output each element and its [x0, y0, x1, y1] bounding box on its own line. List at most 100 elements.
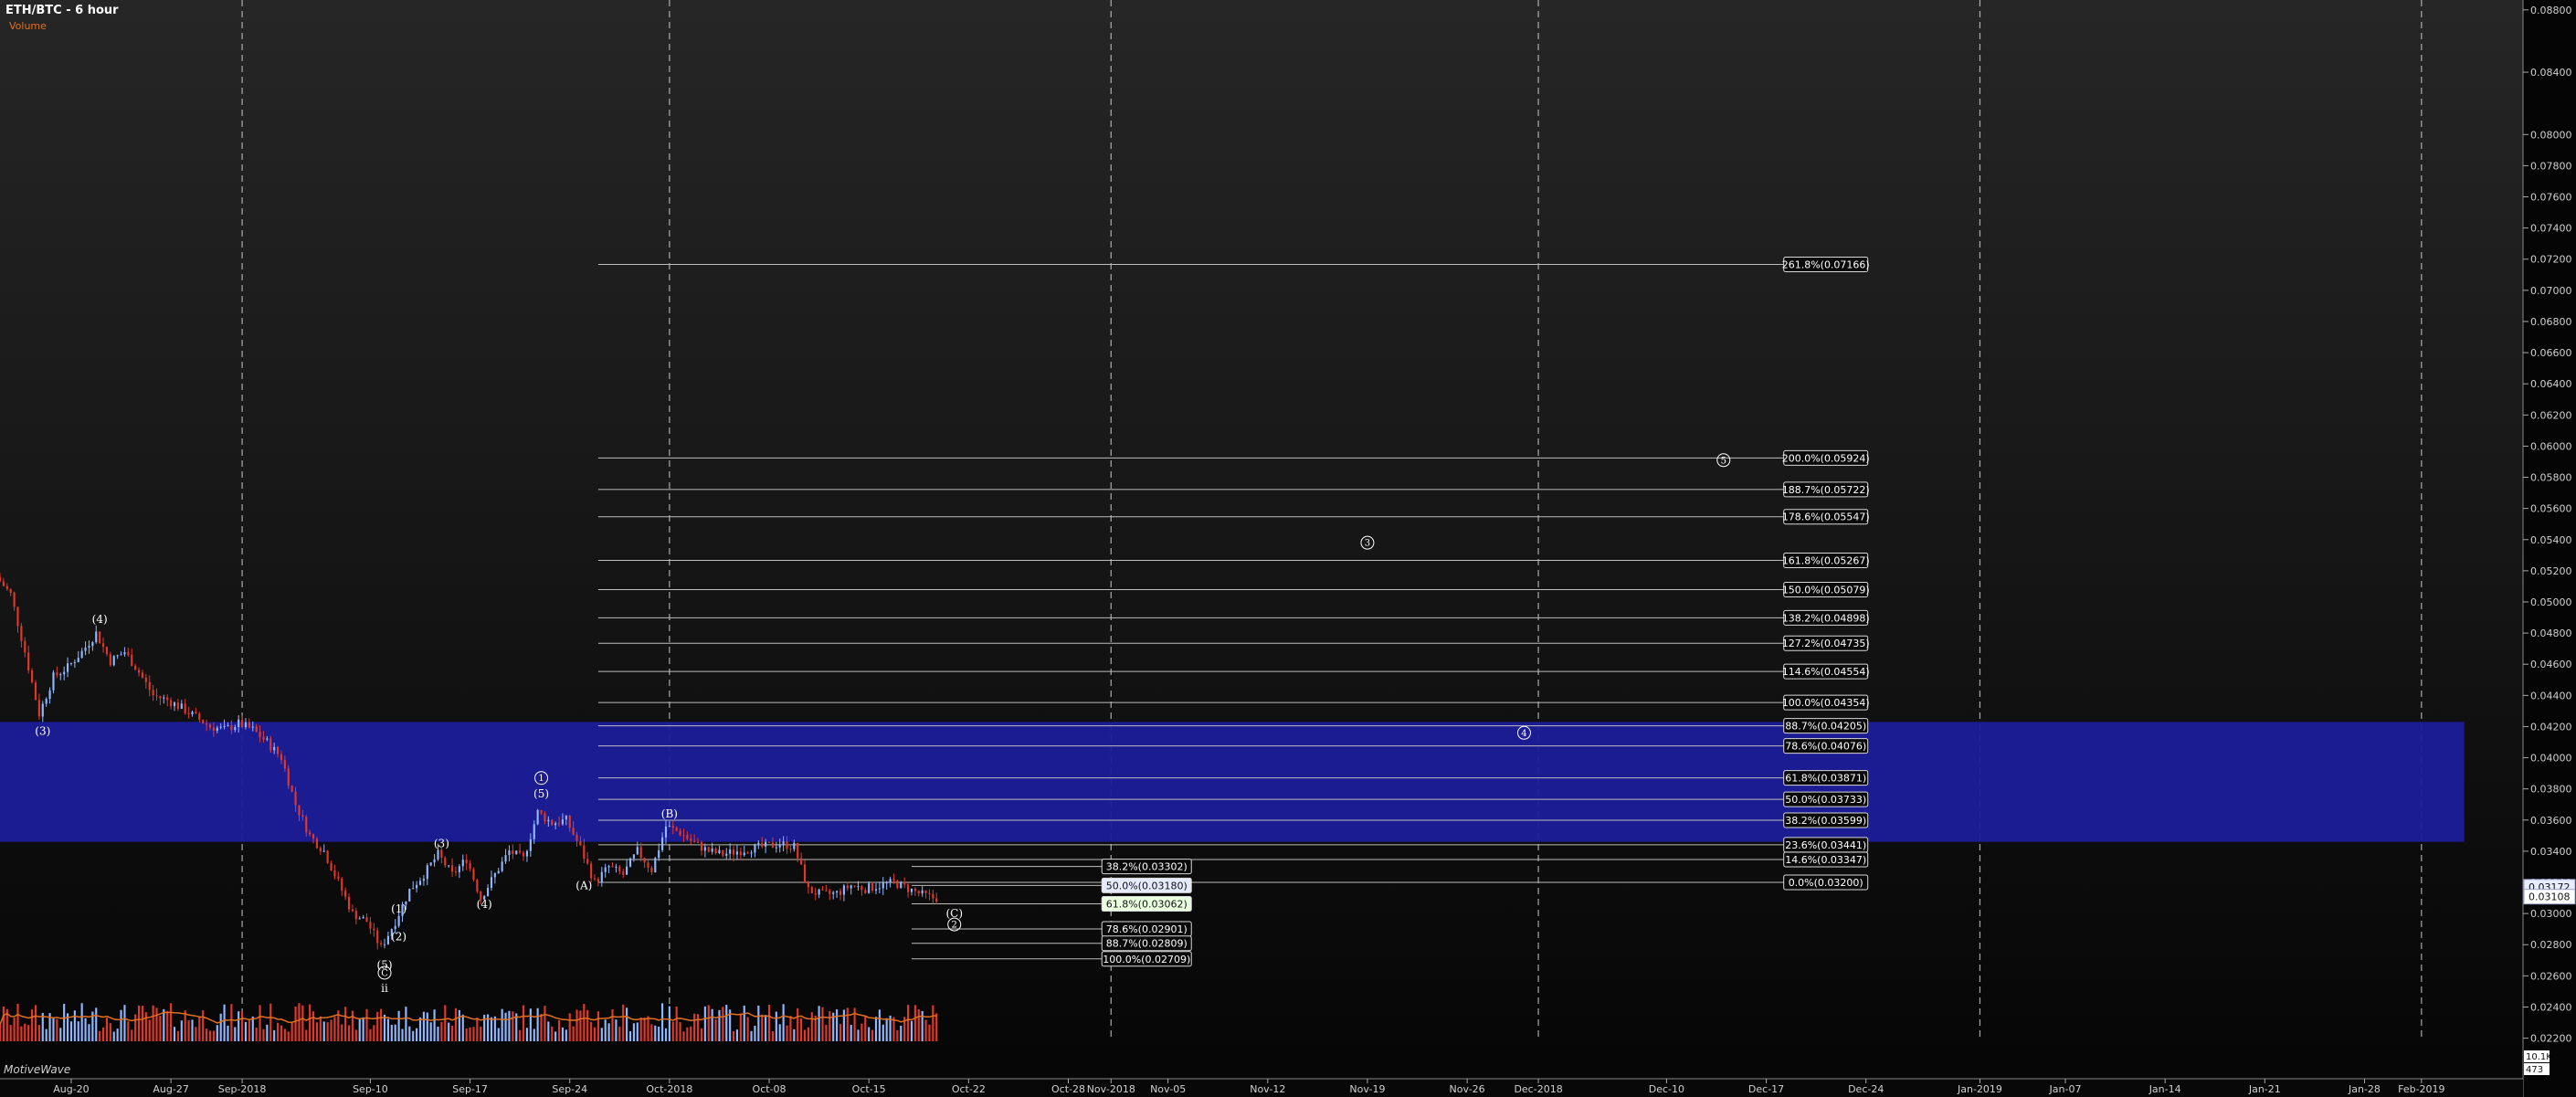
volume-bar — [508, 1010, 511, 1041]
volume-bar — [333, 1017, 336, 1041]
volume-bar — [418, 1017, 422, 1041]
price-candle — [91, 642, 94, 647]
fib-extension-label: 188.7%(0.05722) — [1782, 484, 1870, 496]
price-axis-tick-label: 0.04600 — [2530, 659, 2572, 670]
volume-bar — [273, 1029, 276, 1041]
volume-bar — [358, 1018, 361, 1041]
price-candle — [729, 849, 732, 854]
price-candle — [195, 712, 197, 714]
volume-bar — [536, 1007, 539, 1041]
price-axis-tick-label: 0.07200 — [2530, 254, 2572, 266]
price-candle — [84, 647, 87, 651]
price-candle — [273, 746, 276, 751]
price-candle — [501, 861, 503, 871]
price-candle — [696, 841, 700, 843]
price-candle — [298, 805, 301, 816]
price-candle — [163, 697, 165, 699]
volume-bar — [807, 1027, 809, 1041]
price-candle — [227, 725, 229, 727]
volume-bar — [166, 1010, 169, 1041]
price-candle — [144, 677, 147, 682]
volume-bar — [266, 1024, 269, 1041]
volume-bar — [27, 1025, 30, 1041]
volume-bar — [864, 1017, 867, 1041]
volume-bar — [405, 1007, 407, 1041]
price-candle — [208, 724, 212, 728]
price-candle — [924, 890, 927, 893]
price-candle — [650, 867, 653, 873]
wave-label: ii — [381, 982, 388, 995]
volume-bar — [803, 1029, 807, 1041]
volume-bar — [344, 1007, 347, 1041]
price-candle — [305, 817, 308, 833]
price-axis-tick-label: 0.06400 — [2530, 378, 2572, 390]
price-candle — [426, 865, 428, 880]
chart-area[interactable]: 261.8%(0.07166) 200.0%(0.05924) 188.7%(0.0… — [0, 0, 2576, 1097]
price-candle — [836, 891, 839, 893]
volume-bar — [786, 1025, 788, 1041]
price-candle — [533, 824, 535, 839]
volume-bar — [319, 1016, 322, 1041]
volume-bar — [31, 1009, 34, 1041]
price-axis-tick-label: 0.02400 — [2530, 1001, 2572, 1013]
price-chart-svg[interactable]: 261.8%(0.07166)200.0%(0.05924)188.7%(0.0… — [0, 0, 2576, 1097]
volume-bar — [198, 1017, 201, 1041]
volume-bar — [401, 1028, 404, 1041]
volume-bar — [123, 1005, 126, 1041]
volume-bar — [882, 1024, 884, 1041]
volume-bar — [212, 1030, 215, 1041]
volume-bar — [472, 1027, 475, 1041]
price-candle — [262, 736, 265, 740]
price-candle — [839, 891, 842, 895]
wave-label: 1 — [538, 774, 544, 784]
price-candle — [547, 819, 550, 822]
time-axis-tick-label: Oct-28 — [1051, 1083, 1085, 1095]
price-candle — [536, 809, 539, 825]
fib-retracement-label: 61.8%(0.03062) — [1106, 899, 1188, 911]
time-axis-tick-label: Jan-21 — [2248, 1083, 2281, 1095]
price-axis-tick-label: 0.02200 — [2530, 1033, 2572, 1045]
fib-extension-label: 0.0%(0.03200) — [1789, 877, 1863, 889]
price-candle — [857, 886, 860, 888]
volume-bar — [885, 1018, 888, 1041]
volume-bar — [668, 1006, 670, 1041]
price-candle — [137, 670, 141, 673]
price-candle — [515, 850, 518, 855]
volume-bar — [59, 1028, 62, 1041]
price-candle — [454, 871, 458, 873]
volume-bar — [84, 1018, 87, 1041]
price-axis-tick-label: 0.02600 — [2530, 970, 2572, 982]
price-candle — [127, 652, 130, 655]
price-candle — [554, 823, 557, 826]
price-candle — [508, 850, 511, 856]
volume-bar — [540, 1013, 543, 1041]
price-candle — [746, 852, 749, 854]
price-candle — [565, 815, 567, 820]
volume-bar — [696, 1014, 700, 1041]
price-candle — [394, 925, 396, 930]
volume-bar — [771, 1030, 775, 1041]
volume-bar — [504, 1012, 507, 1041]
price-candle — [896, 880, 899, 889]
volume-bar — [202, 1010, 205, 1041]
price-candle — [551, 819, 554, 826]
volume-bar — [647, 1016, 649, 1041]
volume-bar — [458, 1009, 460, 1041]
volume-bar — [163, 1008, 165, 1041]
price-candle — [422, 879, 425, 881]
price-candle — [248, 722, 250, 728]
price-candle — [761, 842, 764, 847]
price-candle — [596, 879, 599, 882]
price-axis-tick-label: 0.04000 — [2530, 753, 2572, 765]
price-candle — [679, 830, 681, 836]
time-axis-tick-label: Jan-28 — [2348, 1083, 2381, 1095]
volume-bar — [497, 1028, 500, 1041]
price-candle — [330, 862, 333, 870]
price-candle — [191, 712, 194, 715]
price-candle — [928, 892, 931, 894]
volume-bar — [9, 1025, 12, 1041]
price-candle — [152, 690, 154, 696]
price-candle — [223, 725, 226, 727]
time-axis-tick-label: Sep-2018 — [218, 1083, 267, 1095]
price-candle — [525, 850, 529, 857]
